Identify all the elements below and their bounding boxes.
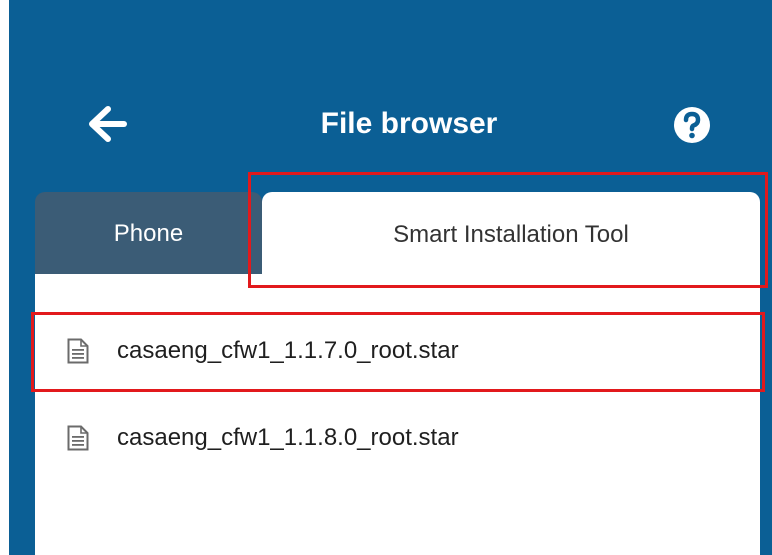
help-button[interactable] — [669, 102, 715, 148]
back-button[interactable] — [79, 98, 135, 150]
tab-smart-installation-tool-label: Smart Installation Tool — [393, 221, 629, 248]
tab-phone-label: Phone — [113, 219, 184, 247]
page-title: File browser — [320, 107, 498, 140]
tab-smart-installation-tool[interactable]: Smart Installation Tool — [262, 192, 760, 278]
app-window: File browser Phone Smart Installation To… — [9, 0, 772, 555]
file-list: casaeng_cfw1_1.1.7.0_root.star casaeng_c… — [35, 274, 760, 555]
tab-phone[interactable]: Phone — [35, 192, 262, 275]
question-circle-icon — [674, 107, 710, 143]
arrow-left-icon — [89, 106, 127, 142]
file-item[interactable]: casaeng_cfw1_1.1.7.0_root.star — [35, 319, 760, 383]
document-icon — [67, 338, 89, 364]
document-icon — [67, 425, 89, 451]
file-name: casaeng_cfw1_1.1.8.0_root.star — [117, 424, 459, 451]
file-item[interactable]: casaeng_cfw1_1.1.8.0_root.star — [35, 406, 760, 470]
file-name: casaeng_cfw1_1.1.7.0_root.star — [117, 337, 459, 364]
